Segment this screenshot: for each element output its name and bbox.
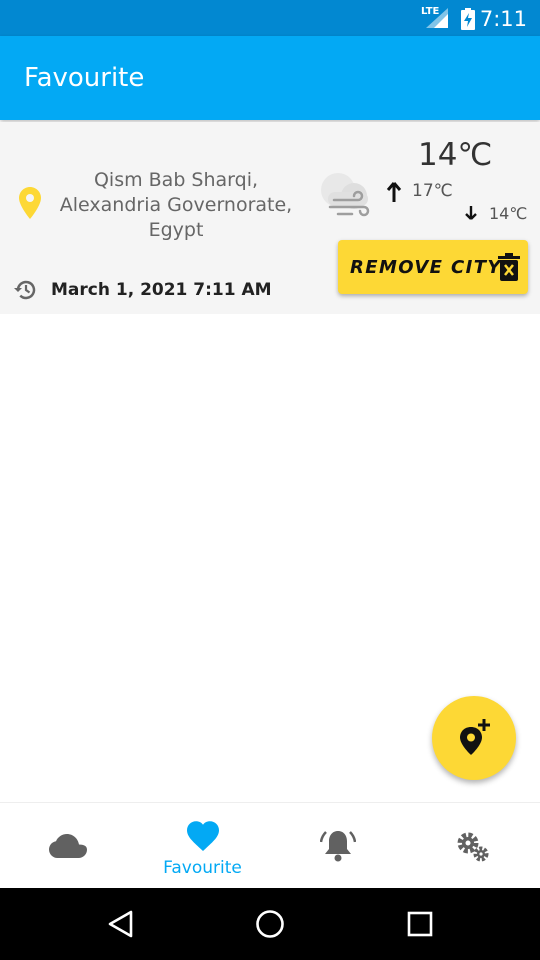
location-pin-icon xyxy=(19,187,41,219)
cloud-icon xyxy=(49,834,87,858)
signal-icon xyxy=(426,8,448,28)
add-city-fab[interactable] xyxy=(432,696,516,780)
max-temperature: 17℃ xyxy=(412,181,453,201)
alarm-bell-icon xyxy=(320,831,356,862)
page-title: Favourite xyxy=(24,63,145,93)
heart-icon xyxy=(187,821,219,851)
city-address: Qism Bab Sharqi, Alexandria Governorate,… xyxy=(59,169,293,241)
arrow-down-icon xyxy=(465,206,477,220)
history-icon xyxy=(14,280,36,300)
back-icon[interactable] xyxy=(108,910,134,938)
arrow-up-icon xyxy=(386,182,402,202)
nav-item-weather[interactable] xyxy=(0,803,135,889)
settings-gears-icon xyxy=(457,832,489,862)
system-navigation-bar xyxy=(0,888,540,960)
nav-item-favourite[interactable]: Favourite xyxy=(135,803,270,889)
current-temperature: 14℃ xyxy=(418,137,493,173)
home-icon[interactable] xyxy=(255,909,285,939)
last-updated-date: March 1, 2021 7:11 AM xyxy=(51,280,272,300)
app-bar: Favourite xyxy=(0,36,540,120)
nav-item-alerts[interactable] xyxy=(270,803,405,889)
status-time: 7:11 xyxy=(479,7,527,31)
remove-city-button[interactable]: REMOVE CITY xyxy=(338,240,528,294)
min-temperature: 14℃ xyxy=(489,204,528,223)
nav-label-favourite: Favourite xyxy=(163,858,242,878)
delete-forever-icon xyxy=(498,253,520,281)
add-location-icon xyxy=(460,719,490,755)
nav-item-settings[interactable] xyxy=(405,803,540,889)
battery-charging-icon xyxy=(461,8,475,30)
windy-cloud-icon xyxy=(321,173,370,217)
remove-city-label: REMOVE CITY xyxy=(350,257,502,278)
bottom-navigation: Favourite xyxy=(0,802,540,888)
recents-icon[interactable] xyxy=(407,911,433,937)
status-bar: LTE 7:11 xyxy=(0,0,540,36)
